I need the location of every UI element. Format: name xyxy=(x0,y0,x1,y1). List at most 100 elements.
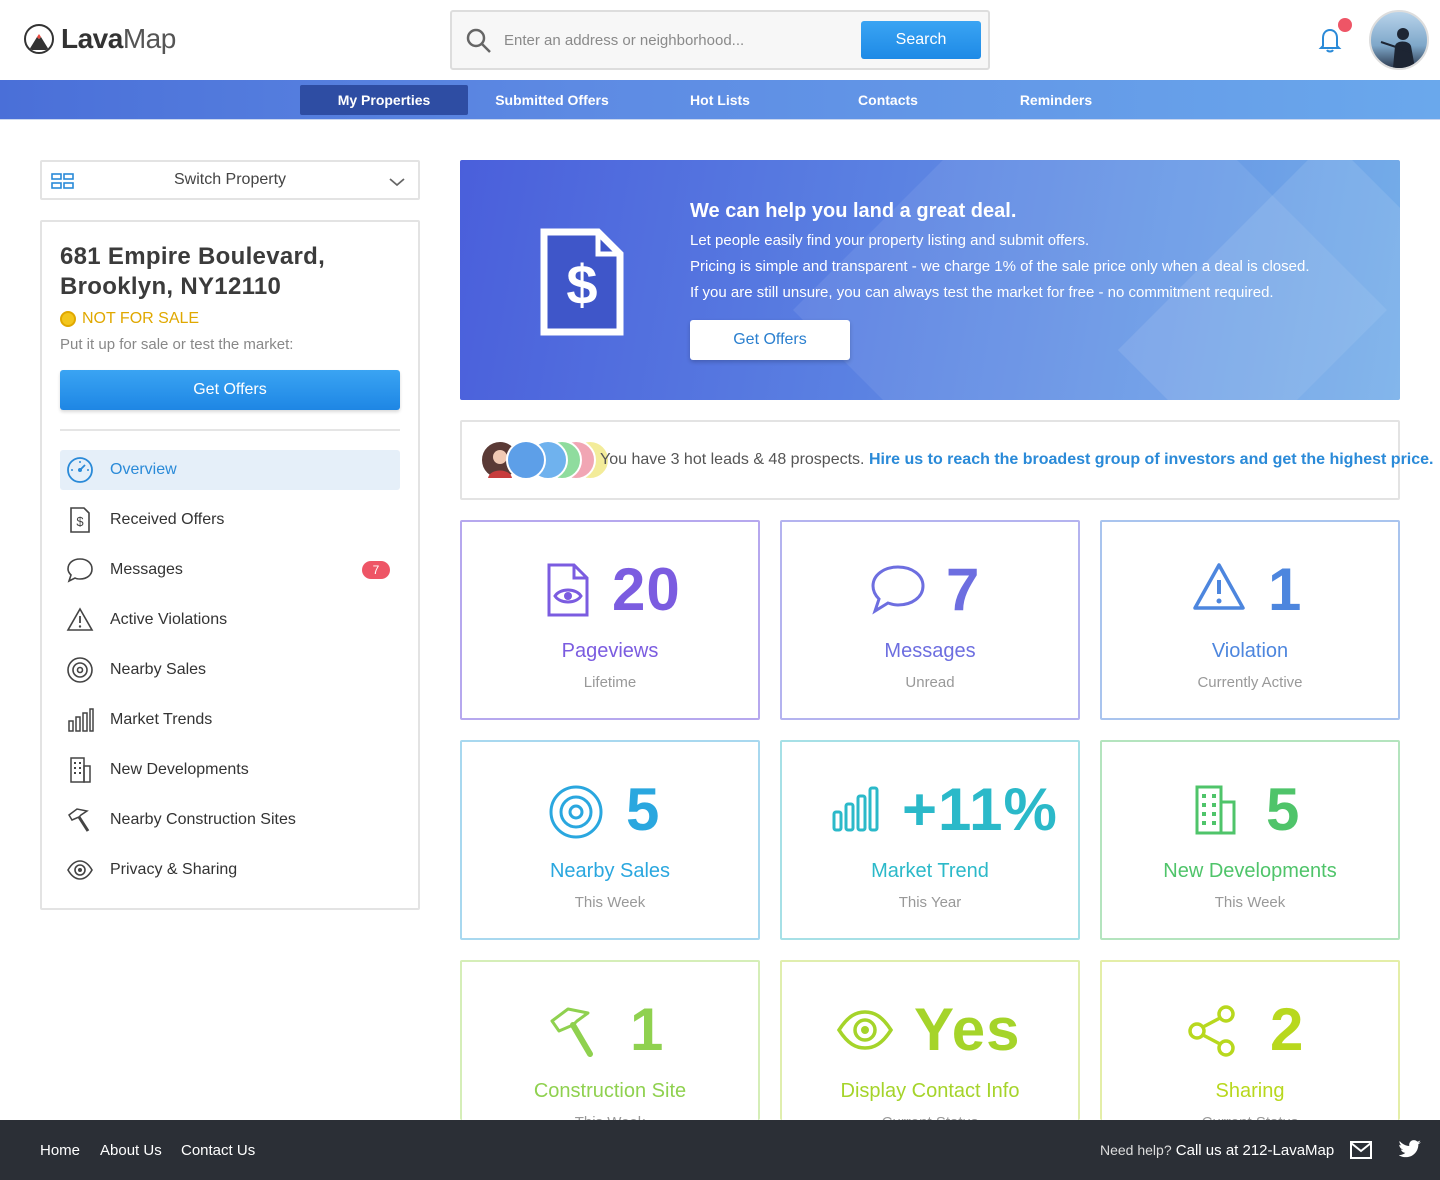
leads-text: You have 3 hot leads & 48 prospects. Hir… xyxy=(600,451,1434,468)
search-button[interactable]: Search xyxy=(861,21,981,59)
stat-card-messages[interactable]: 7 Messages Unread xyxy=(780,520,1080,720)
menu-item-nearby-sales[interactable]: Nearby Sales xyxy=(60,650,400,690)
stat-value: 7 xyxy=(946,556,981,623)
footer-link-contact[interactable]: Contact Us xyxy=(181,1142,255,1159)
logo[interactable]: LavaMap xyxy=(24,23,176,55)
bar-chart-icon xyxy=(832,786,880,837)
chat-bubble-icon xyxy=(65,555,95,585)
menu-item-active-violations[interactable]: Active Violations xyxy=(60,600,400,640)
banner-get-offers-button[interactable]: Get Offers xyxy=(690,320,850,360)
menu-item-new-developments[interactable]: New Developments xyxy=(60,750,400,790)
menu-item-messages[interactable]: Messages 7 xyxy=(60,550,400,590)
property-subtext: Put it up for sale or test the market: xyxy=(60,336,294,353)
stat-label: Market Trend xyxy=(871,860,989,882)
share-icon xyxy=(1186,1004,1238,1063)
stat-label: Pageviews xyxy=(561,640,659,662)
nav-submitted-offers[interactable]: Submitted Offers xyxy=(468,85,636,115)
status-dot-icon xyxy=(60,311,76,327)
menu-label: Received Offers xyxy=(110,511,225,528)
banner-title: We can help you land a great deal. xyxy=(690,200,1017,222)
notification-bell-icon[interactable] xyxy=(1316,26,1344,59)
stat-card-nearby-sales[interactable]: 5 Nearby Sales This Week xyxy=(460,740,760,940)
hire-us-link[interactable]: Hire us to reach the broadest group of i… xyxy=(869,451,1434,468)
svg-text:$: $ xyxy=(76,514,84,529)
target-icon xyxy=(548,784,604,845)
property-card: 681 Empire Boulevard, Brooklyn, NY12110 … xyxy=(40,220,420,910)
dollar-doc-icon: $ xyxy=(65,505,95,535)
volcano-logo-icon xyxy=(24,24,54,54)
stat-value: 20 xyxy=(612,556,681,623)
search-icon xyxy=(466,28,492,59)
stat-value: 1 xyxy=(630,996,665,1063)
footer-help: Need help? Call us at 212-LavaMap xyxy=(1100,1142,1335,1159)
lead-avatar xyxy=(506,440,546,480)
nav-reminders[interactable]: Reminders xyxy=(972,85,1140,115)
stat-label: Nearby Sales xyxy=(549,860,671,882)
menu-label: Nearby Construction Sites xyxy=(110,811,296,828)
stat-value: +11% xyxy=(902,776,1058,843)
stat-card-market-trend[interactable]: +11% Market Trend This Year xyxy=(780,740,1080,940)
menu-label: Messages xyxy=(110,561,183,578)
warning-icon xyxy=(1192,562,1246,617)
menu-label: Active Violations xyxy=(110,611,228,628)
help-phone[interactable]: Call us at 212-LavaMap xyxy=(1176,1142,1334,1159)
footer-link-home[interactable]: Home xyxy=(40,1142,80,1159)
menu-label: Nearby Sales xyxy=(110,661,207,678)
stat-sublabel: Lifetime xyxy=(583,674,637,691)
footer-link-about[interactable]: About Us xyxy=(100,1142,162,1159)
site-footer: Home About Us Contact Us Need help? Call… xyxy=(0,1120,1440,1180)
status-badge: NOT FOR SALE xyxy=(60,310,199,328)
top-header: LavaMap Search xyxy=(0,0,1440,80)
stat-card-new-developments[interactable]: 5 New Developments This Week xyxy=(1100,740,1400,940)
stat-sublabel: This Week xyxy=(574,894,646,911)
eye-icon xyxy=(836,1008,894,1057)
menu-label: Overview xyxy=(110,461,177,478)
stat-card-contact-info[interactable]: Yes Display Contact Info Current Status xyxy=(780,960,1080,1131)
stat-card-sharing[interactable]: 2 Sharing Current Status xyxy=(1100,960,1400,1131)
stat-label: Construction Site xyxy=(533,1080,687,1102)
stat-label: Messages xyxy=(884,640,976,662)
nav-hot-lists[interactable]: Hot Lists xyxy=(636,85,804,115)
target-icon xyxy=(65,655,95,685)
switch-property-label: Switch Property xyxy=(173,171,287,188)
menu-label: New Developments xyxy=(110,761,249,778)
chevron-down-icon xyxy=(388,175,406,193)
nav-my-properties[interactable]: My Properties xyxy=(300,85,468,115)
stat-card-construction[interactable]: 1 Construction Site This Week xyxy=(460,960,760,1131)
stat-sublabel: This Year xyxy=(898,894,962,911)
messages-count-badge: 7 xyxy=(362,561,390,579)
menu-item-received-offers[interactable]: $ Received Offers xyxy=(60,500,400,540)
eye-icon xyxy=(65,855,95,885)
menu-label: Privacy & Sharing xyxy=(110,861,238,878)
stat-label: Violation xyxy=(1211,640,1289,662)
stat-sublabel: Unread xyxy=(905,674,955,691)
get-offers-button[interactable]: Get Offers xyxy=(60,370,400,410)
chat-bubble-icon xyxy=(870,564,926,621)
stat-label: Sharing xyxy=(1215,1080,1285,1102)
menu-item-privacy-sharing[interactable]: Privacy & Sharing xyxy=(60,850,400,890)
svg-text:$: $ xyxy=(566,253,597,316)
banner-line: Let people easily find your property lis… xyxy=(690,232,1090,249)
menu-item-construction-sites[interactable]: Nearby Construction Sites xyxy=(60,800,400,840)
divider xyxy=(60,429,400,431)
property-menu: Overview $ Received Offers Messages 7 Ac… xyxy=(60,450,400,900)
search-input[interactable] xyxy=(504,24,854,56)
banner-line: Pricing is simple and transparent - we c… xyxy=(690,258,1310,275)
nav-contacts[interactable]: Contacts xyxy=(804,85,972,115)
mail-icon[interactable] xyxy=(1350,1141,1372,1164)
search-bar: Search xyxy=(450,10,990,70)
stat-value: 5 xyxy=(626,776,661,843)
gauge-icon xyxy=(65,455,95,485)
stat-card-pageviews[interactable]: 20 Pageviews Lifetime xyxy=(460,520,760,720)
menu-item-overview[interactable]: Overview xyxy=(60,450,400,490)
switch-property-dropdown[interactable]: Switch Property xyxy=(40,160,420,200)
menu-item-market-trends[interactable]: Market Trends xyxy=(60,700,400,740)
user-avatar[interactable] xyxy=(1369,10,1429,70)
hammer-icon xyxy=(65,805,95,835)
stat-card-violation[interactable]: 1 Violation Currently Active xyxy=(1100,520,1400,720)
warning-icon xyxy=(65,605,95,635)
twitter-icon[interactable] xyxy=(1398,1139,1421,1164)
banner-line: If you are still unsure, you can always … xyxy=(690,284,1274,301)
status-text: NOT FOR SALE xyxy=(82,310,200,327)
building-icon xyxy=(65,755,95,785)
